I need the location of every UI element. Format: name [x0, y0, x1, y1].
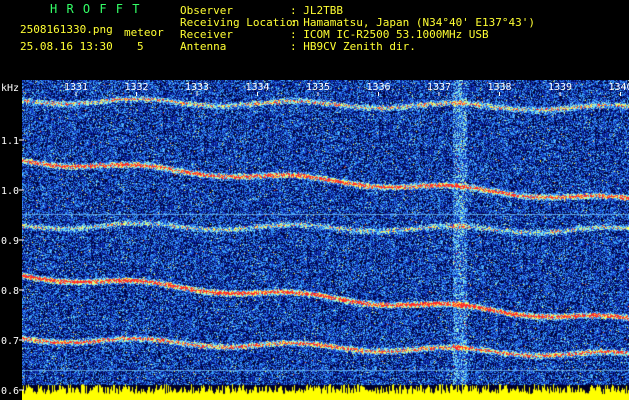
x-tick-label: 1337	[427, 82, 451, 93]
x-tick-label: 1334	[246, 82, 270, 93]
datetime-label: 25.08.16 13:30	[20, 40, 113, 53]
x-tick-label: 1335	[306, 82, 330, 93]
x-tick-label: 1331	[64, 82, 88, 93]
x-tick-label: 1340	[609, 82, 629, 93]
filename-label: 2508161330.png	[20, 23, 113, 36]
x-tick-label: 1333	[185, 82, 209, 93]
meteor-label: meteor	[124, 26, 164, 39]
y-tick-label: 0.7	[1, 336, 19, 347]
x-tick-label: 1332	[125, 82, 149, 93]
axis-overlay: kHz 1.1 1.0 0.9 0.8 0.7 0.6 1331 1332 1333 1334 1…	[1, 82, 629, 397]
header-panel: H R O F F T 2508161330.png meteor 25.08.…	[0, 0, 629, 80]
antenna-value: : HB9CV Zenith dir.	[290, 40, 416, 53]
y-tick-label: 0.8	[1, 286, 19, 297]
x-tick-label: 1339	[548, 82, 572, 93]
y-tick-label: 0.6	[1, 386, 19, 397]
y-tick-label: 1.1	[1, 136, 19, 147]
y-axis-unit-label: kHz	[1, 83, 19, 94]
y-tick-label: 1.0	[1, 186, 19, 197]
x-tick-label: 1336	[367, 82, 391, 93]
meteor-count: 5	[137, 40, 144, 53]
x-tick-label: 1338	[488, 82, 512, 93]
app-title: H R O F F T	[50, 2, 141, 16]
antenna-label: Antenna	[180, 40, 227, 53]
y-tick-label: 0.9	[1, 236, 19, 247]
